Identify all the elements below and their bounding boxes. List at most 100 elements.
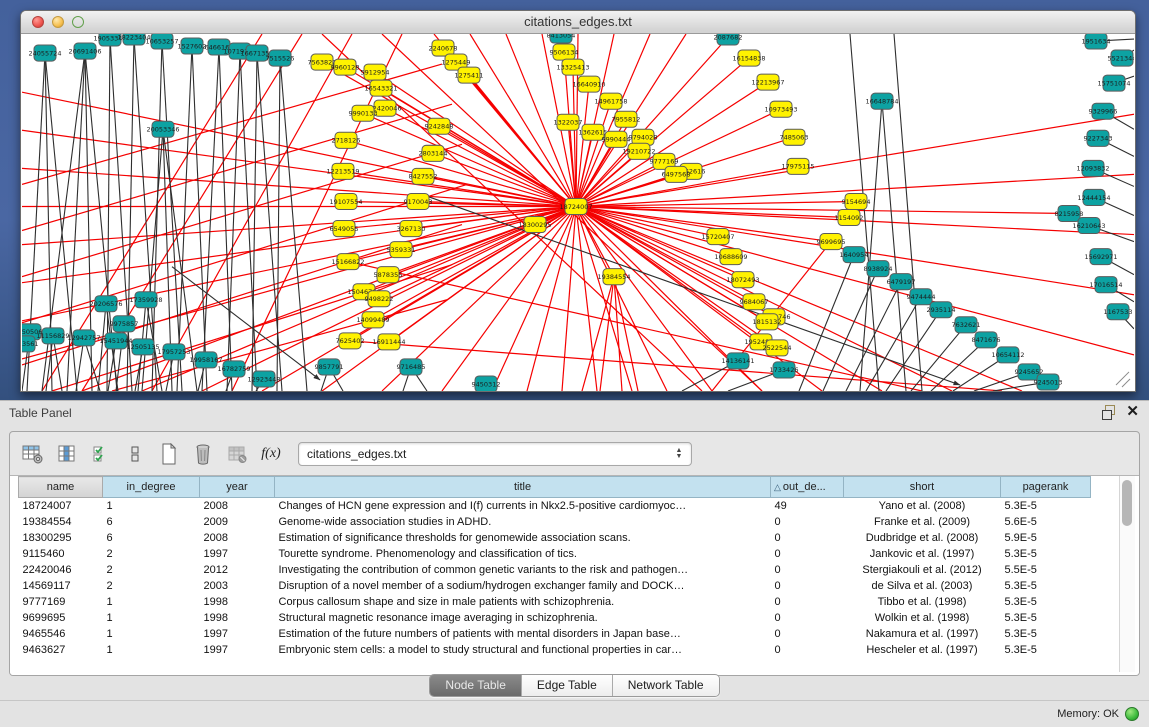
table-cell-in_degree[interactable]: 1	[103, 498, 200, 514]
graph-node[interactable]: 9498222	[365, 291, 394, 307]
tab-node-table[interactable]: Node Table	[430, 675, 521, 696]
graph-node[interactable]: 24055724	[28, 45, 61, 61]
graph-node[interactable]: 20691406	[68, 43, 101, 59]
red-edge[interactable]	[576, 206, 597, 391]
table-cell-short[interactable]: Jankovic et al. (1997)	[844, 546, 1001, 562]
table-cell-in_degree[interactable]: 6	[103, 514, 200, 530]
table-cell-pagerank[interactable]: 5.3E-5	[1001, 626, 1091, 642]
network-graph-svg[interactable]: 1872400724055724206914061905334418223404…	[22, 34, 1134, 391]
graph-node[interactable]: 1815132	[753, 314, 782, 330]
graph-node[interactable]: 1951634	[1082, 34, 1111, 49]
table-cell-name[interactable]: 19384554	[19, 514, 103, 530]
tab-edge-table[interactable]: Edge Table	[521, 675, 612, 696]
table-cell-short[interactable]: Wolkin et al. (1998)	[844, 610, 1001, 626]
graph-node[interactable]: 1640954	[840, 247, 869, 263]
black-edge[interactable]	[98, 304, 106, 391]
table-row[interactable]: 911546021997Tourette syndrome. Phenomeno…	[19, 546, 1091, 562]
graph-node[interactable]: 15692971	[1084, 249, 1117, 265]
table-cell-in_degree[interactable]: 1	[103, 626, 200, 642]
black-edge[interactable]	[860, 101, 882, 391]
graph-node[interactable]: 16911444	[372, 334, 405, 350]
table-cell-out_degree[interactable]: 0	[771, 626, 844, 642]
graph-node[interactable]: 9990444	[602, 131, 631, 147]
table-row[interactable]: 1938455462009Genome-wide association stu…	[19, 514, 1091, 530]
graph-node[interactable]: 8938924	[864, 261, 893, 277]
network-view-window[interactable]: citations_edges.txt 18724007240557242069…	[20, 10, 1136, 392]
table-cell-short[interactable]: de Silva et al. (2003)	[844, 578, 1001, 594]
graph-node[interactable]: 7485063	[780, 129, 809, 145]
graph-node[interactable]: 9450312	[472, 376, 501, 391]
table-cell-name[interactable]: 9777169	[19, 594, 103, 610]
column-header-in-degree[interactable]: in_degree	[103, 477, 200, 498]
table-cell-name[interactable]: 9115460	[19, 546, 103, 562]
black-edge[interactable]	[799, 255, 854, 391]
table-cell-year[interactable]: 2003	[200, 578, 275, 594]
table-cell-year[interactable]: 1998	[200, 610, 275, 626]
graph-node[interactable]: 9227343	[1084, 130, 1113, 146]
graph-node[interactable]: 8471676	[972, 332, 1001, 348]
graph-node[interactable]: 2718126	[332, 132, 361, 148]
graph-node[interactable]: 9329966	[1089, 103, 1118, 119]
column-header-short[interactable]: short	[844, 477, 1001, 498]
black-edge[interactable]	[846, 282, 901, 391]
close-panel-icon[interactable]: ✕	[1126, 405, 1139, 419]
table-cell-pagerank[interactable]: 5.3E-5	[1001, 546, 1091, 562]
graph-node[interactable]: 6479197	[887, 274, 916, 290]
graph-node[interactable]: 2087682	[714, 34, 743, 45]
graph-node[interactable]: 14961758	[594, 93, 627, 109]
table-cell-title[interactable]: Embryonic stem cells: a model to study s…	[275, 642, 771, 658]
red-edge[interactable]	[439, 126, 576, 206]
column-checklist-button[interactable]	[88, 441, 114, 467]
table-row[interactable]: 1456911722003Disruption of a novel membe…	[19, 578, 1091, 594]
memory-status-indicator[interactable]	[1125, 707, 1139, 721]
table-cell-short[interactable]: Stergiakouli et al. (2012)	[844, 562, 1001, 578]
table-cell-title[interactable]: Changes of HCN gene expression and I(f) …	[275, 498, 771, 514]
table-vertical-scrollbar[interactable]	[1119, 476, 1135, 672]
graph-node[interactable]: 1154092	[835, 209, 864, 225]
table-cell-short[interactable]: Nakamura et al. (1997)	[844, 626, 1001, 642]
table-cell-title[interactable]: Tourette syndrome. Phenomenology and cla…	[275, 546, 771, 562]
graph-node[interactable]: 7625402	[336, 333, 365, 349]
table-cell-out_degree[interactable]: 0	[771, 578, 844, 594]
float-panel-icon[interactable]	[1102, 405, 1116, 419]
black-edge[interactable]	[152, 41, 162, 391]
table-cell-title[interactable]: Estimation of the future numbers of pati…	[275, 626, 771, 642]
graph-node[interactable]: 7955812	[612, 111, 641, 127]
graph-node[interactable]: 19107554	[329, 193, 362, 209]
graph-node[interactable]: 7515526	[266, 50, 295, 66]
delete-table-button[interactable]	[224, 441, 250, 467]
table-cell-pagerank[interactable]: 5.3E-5	[1001, 594, 1091, 610]
table-row[interactable]: 1872400712008Changes of HCN gene express…	[19, 498, 1091, 514]
graph-node[interactable]: 9960128	[331, 59, 360, 75]
table-cell-name[interactable]: 18724007	[19, 498, 103, 514]
graph-node[interactable]: 9154694	[842, 193, 871, 209]
table-cell-in_degree[interactable]: 1	[103, 642, 200, 658]
table-cell-pagerank[interactable]: 5.3E-5	[1001, 610, 1091, 626]
table-cell-name[interactable]: 18300295	[19, 530, 103, 546]
network-canvas[interactable]: 1872400724055724206914061905334418223404…	[22, 34, 1134, 391]
table-cell-short[interactable]: Hescheler et al. (1997)	[844, 642, 1001, 658]
table-cell-name[interactable]: 22420046	[19, 562, 103, 578]
graph-node[interactable]: 1167533	[1104, 304, 1133, 320]
table-cell-year[interactable]: 2009	[200, 514, 275, 530]
create-column-button[interactable]	[156, 441, 182, 467]
table-cell-out_degree[interactable]: 0	[771, 610, 844, 626]
graph-node[interactable]: 14099489	[356, 312, 389, 328]
graph-node[interactable]: 6497568	[662, 166, 691, 182]
table-row[interactable]: 946362711997Embryonic stem cells: a mode…	[19, 642, 1091, 658]
canvas-resize-grip[interactable]	[1116, 372, 1129, 385]
table-row[interactable]: 2242004622012Investigating the contribut…	[19, 562, 1091, 578]
graph-node[interactable]: 8413054	[547, 34, 576, 43]
table-cell-name[interactable]: 14569117	[19, 578, 103, 594]
table-cell-pagerank[interactable]: 5.3E-5	[1001, 498, 1091, 514]
graph-node[interactable]: 5359331	[387, 242, 416, 258]
column-header-out-degree[interactable]: △out_de...	[771, 477, 844, 498]
graph-node[interactable]: 17016514	[1089, 277, 1122, 293]
column-header-year[interactable]: year	[200, 477, 275, 498]
show-columns-button[interactable]	[54, 441, 80, 467]
table-cell-short[interactable]: Yano et al. (2008)	[844, 498, 1001, 514]
graph-node[interactable]: 9170043	[404, 193, 433, 209]
table-cell-year[interactable]: 1997	[200, 642, 275, 658]
table-cell-pagerank[interactable]: 5.3E-5	[1001, 642, 1091, 658]
column-header-title[interactable]: title	[275, 477, 771, 498]
